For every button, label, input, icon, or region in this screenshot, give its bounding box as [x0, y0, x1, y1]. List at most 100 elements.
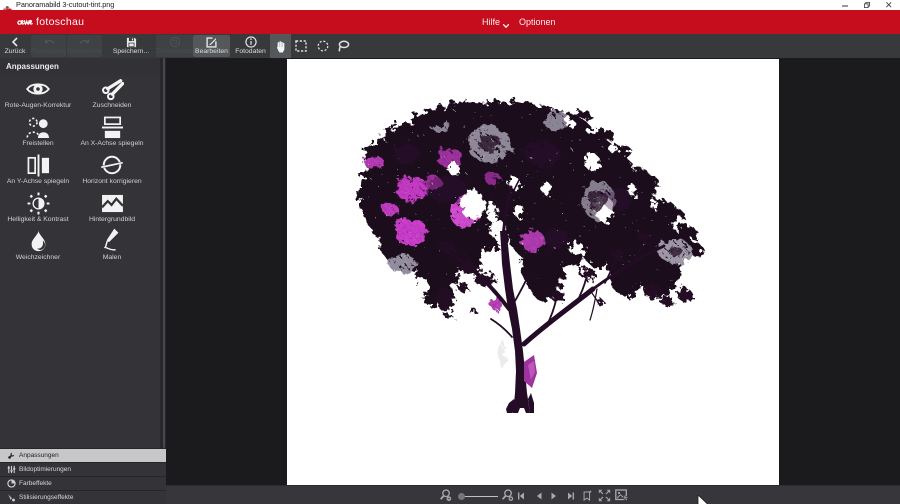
- photo-image[interactable]: [287, 59, 779, 485]
- brightness-contrast-icon: [27, 192, 50, 215]
- expand-icon: [598, 489, 611, 502]
- toolbar-button-label: Zurücksetzen: [156, 48, 193, 55]
- sidebar-tool-label: Weichzeichner: [0, 254, 76, 261]
- status-zoom-out[interactable]: [439, 486, 452, 504]
- restore-button[interactable]: [856, 0, 878, 10]
- save-disk-icon: [126, 37, 137, 48]
- sidebar-panel: Anpassungen Rote-Augen-Korrektur Zuschne…: [0, 58, 166, 504]
- eye-icon: [26, 81, 50, 97]
- sidebar-scrollbar-thumb[interactable]: [163, 58, 166, 448]
- status-slideshow[interactable]: [615, 486, 630, 504]
- flip-y-icon: [27, 154, 50, 177]
- redo-arrow-icon: [79, 38, 91, 46]
- tool-select-lasso[interactable]: [333, 34, 354, 58]
- sidebar-tool-zuschneiden[interactable]: Zuschneiden: [74, 77, 150, 109]
- toolbar-button-edit[interactable]: Bearbeiten: [193, 35, 230, 57]
- sidebar-header: Anpassungen: [0, 58, 166, 75]
- sidebar-category-label: Bildoptimierungen: [19, 466, 71, 473]
- arrow-left-icon: [535, 492, 543, 500]
- skip-start-icon: [517, 492, 525, 500]
- toolbar-button-redo[interactable]: Wiederholen: [67, 35, 102, 57]
- toolbar-button-label: Wiederholen: [67, 48, 102, 55]
- brand-logo: fotoschau: [17, 15, 84, 29]
- tool-select-ellipse[interactable]: [312, 34, 333, 58]
- mouse-cursor-icon: [697, 495, 709, 504]
- sidebar-category-anpassungen[interactable]: Anpassungen: [0, 448, 166, 462]
- zoom-slider-handle[interactable]: [458, 493, 465, 500]
- sidebar-tool-freistellen[interactable]: Freistellen: [0, 115, 76, 147]
- status-fullscreen[interactable]: [598, 486, 611, 504]
- minimize-button[interactable]: [834, 0, 856, 10]
- scissors-icon: [101, 78, 124, 101]
- color-icon: [7, 479, 16, 488]
- toolbar-button-photodata[interactable]: Fotodaten: [231, 35, 270, 57]
- sidebar-tool-horizont-korrigieren[interactable]: Horizont korrigieren: [74, 153, 150, 185]
- sidebar-tool-weichzeichner[interactable]: Weichzeichner: [0, 229, 76, 261]
- main-toolbar: Zurück Rückgängig Wiederholen Speichern.…: [0, 34, 900, 58]
- sidebar-tool-label: Horizont korrigieren: [74, 178, 150, 185]
- status-zoom-in[interactable]: [501, 486, 514, 504]
- arrow-right-icon: [550, 492, 558, 500]
- menu-hilfe[interactable]: Hilfe: [482, 10, 500, 34]
- toolbar-button-label: Speichern...: [103, 48, 159, 55]
- status-controls: [166, 486, 900, 504]
- toolbar-button-save[interactable]: Speichern...: [103, 35, 159, 57]
- background-image-icon: [101, 194, 124, 213]
- sidebar-category-stilisierungseffekte[interactable]: Stilisierungseffekte: [0, 490, 166, 504]
- sidebar-tool-helligkeit-kontrast[interactable]: Helligkeit & Kontrast: [0, 191, 76, 223]
- skip-end-icon: [567, 492, 575, 500]
- marquee-rect-icon: [295, 40, 307, 52]
- editor-canvas[interactable]: [166, 58, 900, 485]
- marquee-ellipse-icon: [317, 40, 329, 52]
- zoom-slider-track[interactable]: [462, 496, 498, 497]
- sidebar-tool-label: Hintergrundbild: [74, 216, 150, 223]
- sidebar-tool-label: Freistellen: [0, 140, 76, 147]
- sidebar-tool-label: Helligkeit & Kontrast: [0, 216, 76, 223]
- status-first-image[interactable]: [517, 486, 525, 504]
- toolbar-button-label: Zurück: [0, 48, 30, 55]
- adjust-icon: [7, 451, 16, 460]
- close-button[interactable]: [878, 0, 900, 10]
- window-title: Panoramabild 3-cutout-tint.png: [16, 0, 114, 10]
- toolbar-button-undo[interactable]: Rückgängig: [31, 35, 66, 57]
- edit-square-icon: [206, 37, 217, 48]
- sidebar-tool-label: Malen: [74, 254, 150, 261]
- image-arrow-icon: [615, 489, 630, 502]
- sidebar-tool-rote-augen-korrektur[interactable]: Rote-Augen-Korrektur: [0, 77, 76, 109]
- chevron-down-icon[interactable]: [503, 24, 509, 28]
- toolbar-button-label: Fotodaten: [231, 48, 270, 55]
- sidebar-tool-label: Rote-Augen-Korrektur: [0, 102, 76, 109]
- status-prev-image[interactable]: [535, 486, 543, 504]
- stylize-icon: [7, 493, 16, 502]
- lasso-icon: [337, 40, 350, 52]
- brand-name: fotoschau: [36, 16, 84, 28]
- sidebar-tool-label: Zuschneiden: [74, 102, 150, 109]
- tool-pan[interactable]: [270, 34, 291, 58]
- status-next-image[interactable]: [550, 486, 558, 504]
- reset-circle-icon: [169, 36, 181, 48]
- sidebar-tool-hintergrundbild[interactable]: Hintergrundbild: [74, 191, 150, 223]
- sidebar-tool-an-y-achse-spiegeln[interactable]: An Y-Achse spiegeln: [0, 153, 76, 185]
- sidebar-category-farbeffekte[interactable]: Farbeffekte: [0, 476, 166, 490]
- app-icon: [3, 1, 12, 10]
- sidebar-category-bildoptimierungen[interactable]: Bildoptimierungen: [0, 462, 166, 476]
- menu-optionen[interactable]: Optionen: [519, 10, 556, 34]
- status-last-image[interactable]: [567, 486, 575, 504]
- toolbar-button-back[interactable]: Zurück: [0, 35, 30, 57]
- window-titlebar: Panoramabild 3-cutout-tint.png: [0, 0, 900, 10]
- status-add-bookmark[interactable]: [582, 486, 592, 504]
- sidebar-category-label: Anpassungen: [19, 452, 59, 459]
- toolbar-button-label: Rückgängig: [31, 48, 66, 55]
- sliders-icon: [7, 465, 16, 474]
- sidebar-tool-an-x-achse-spiegeln[interactable]: An X-Achse spiegeln: [74, 115, 150, 147]
- water-drop-icon: [30, 230, 47, 252]
- toolbar-button-reset[interactable]: Zurücksetzen: [156, 35, 193, 57]
- app-window: Panoramabild 3-cutout-tint.png fotoschau…: [0, 0, 900, 504]
- sidebar-tool-malen[interactable]: Malen: [74, 229, 150, 261]
- paint-pen-icon: [101, 227, 123, 255]
- tool-select-rect[interactable]: [290, 34, 311, 58]
- flip-x-icon: [101, 116, 124, 139]
- person-cutout-icon: [26, 117, 51, 138]
- tree-cutout-image: [287, 59, 779, 485]
- magnifier-plus-icon: [501, 489, 514, 502]
